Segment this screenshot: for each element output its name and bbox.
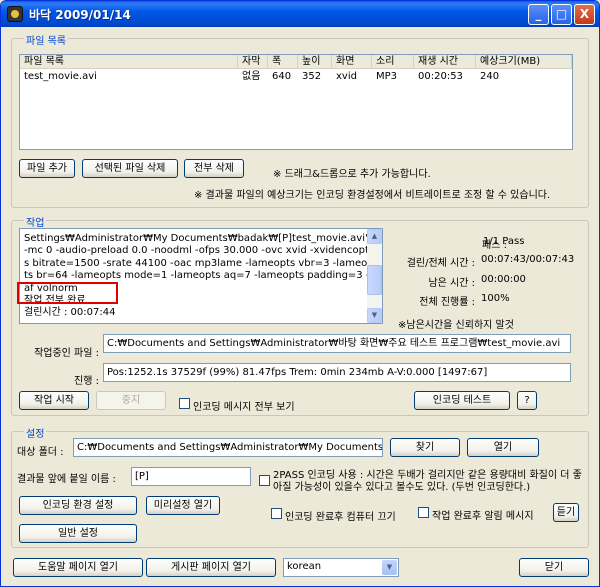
- notify-label[interactable]: 작업 완료후 알림 메시지: [432, 507, 534, 522]
- two-pass-label[interactable]: 2PASS 인코딩 사용 : 시간은 두배가 걸리지만 같은 용량대비 화질이 …: [273, 470, 585, 494]
- language-select[interactable]: korean ▼: [283, 558, 399, 577]
- title-bar[interactable]: 바닥 2009/01/14 _ □ X: [1, 1, 599, 27]
- elapsed-time-highlight: [17, 282, 118, 304]
- delete-all-button[interactable]: 전부 삭제: [184, 159, 244, 178]
- notify-checkbox[interactable]: [418, 507, 429, 518]
- file-list-group-label: 파일 목록: [24, 32, 68, 47]
- help-button[interactable]: ?: [517, 391, 537, 410]
- notify-listen-button[interactable]: 듣기: [553, 503, 579, 522]
- help-page-button[interactable]: 도움말 페이지 열기: [13, 558, 143, 577]
- cell-subtitle: 없음: [242, 71, 261, 82]
- elapsed-label: 걸린/전체 시간 :: [406, 258, 475, 269]
- window-title: 바닥 2009/01/14: [29, 8, 131, 22]
- encoding-log-text: Settings₩Administrator₩My Documents₩bada…: [24, 233, 374, 319]
- two-pass-checkbox[interactable]: [259, 475, 270, 486]
- log-scrollbar[interactable]: ▲ ▼: [367, 229, 382, 323]
- stop-button[interactable]: 중지: [96, 391, 166, 410]
- column-header-subtitle[interactable]: 자막: [238, 55, 268, 69]
- board-page-button[interactable]: 게시판 페이지 열기: [146, 558, 276, 577]
- open-button[interactable]: 열기: [467, 438, 539, 457]
- column-header-duration[interactable]: 재생 시간: [414, 55, 476, 69]
- show-all-messages-label[interactable]: 인코딩 메시지 전부 보기: [193, 398, 295, 413]
- column-header-audio[interactable]: 소리: [372, 55, 414, 69]
- remaining-time-note: ※남은시간을 신뢰하지 말것: [398, 320, 514, 331]
- column-header-filename[interactable]: 파일 목록: [20, 55, 238, 69]
- current-file-label: 작업중인 파일 :: [34, 348, 99, 359]
- settings-group-label: 설정: [24, 425, 47, 440]
- language-select-value: korean: [287, 561, 322, 572]
- progress-label: 전체 진행률 :: [419, 297, 475, 308]
- status-label: 진행 :: [74, 376, 99, 387]
- cell-duration: 00:20:53: [418, 71, 463, 82]
- encoding-settings-button[interactable]: 인코딩 환경 설정: [19, 496, 137, 515]
- remaining-label: 남은 시간 :: [428, 278, 475, 289]
- delete-selected-button[interactable]: 선택된 파일 삭제: [82, 159, 178, 178]
- close-button[interactable]: 닫기: [519, 558, 589, 577]
- column-header-height[interactable]: 높이: [298, 55, 332, 69]
- column-header-width[interactable]: 폭: [268, 55, 298, 69]
- shutdown-checkbox[interactable]: [271, 508, 282, 519]
- show-all-messages-checkbox[interactable]: [179, 398, 190, 409]
- encoding-test-button[interactable]: 인코딩 테스트: [414, 391, 510, 410]
- pass-value: 1/1 Pass: [483, 236, 525, 247]
- minimize-button[interactable]: _: [528, 4, 549, 25]
- target-folder-label: 대상 폴더 :: [17, 447, 64, 458]
- chevron-down-icon[interactable]: ▼: [382, 560, 397, 575]
- maximize-button[interactable]: □: [551, 4, 572, 25]
- preset-button[interactable]: 미리설정 열기: [146, 496, 220, 515]
- app-icon: [7, 6, 23, 22]
- prefix-label: 결과물 앞에 붙일 이름 :: [17, 474, 116, 485]
- cell-width: 640: [272, 71, 292, 82]
- drag-drop-hint: ※ 드래그&드롭으로 추가 가능합니다.: [273, 169, 431, 180]
- scroll-thumb[interactable]: [367, 265, 382, 295]
- general-settings-button[interactable]: 일반 설정: [19, 524, 137, 543]
- start-job-button[interactable]: 작업 시작: [19, 391, 89, 410]
- find-button[interactable]: 찾기: [390, 438, 460, 457]
- cell-est-size: 240: [480, 71, 500, 82]
- current-file-field[interactable]: C:₩Documents and Settings₩Administrator₩…: [103, 334, 571, 353]
- file-table[interactable]: 파일 목록 자막 폭 높이 화면 소리 재생 시간 예상크기(MB) test_…: [19, 54, 573, 150]
- progress-value: 100%: [481, 293, 510, 304]
- remaining-value: 00:00:00: [481, 274, 526, 285]
- scroll-down-arrow-icon[interactable]: ▼: [367, 308, 382, 323]
- job-group-label: 작업: [24, 214, 47, 229]
- column-header-est-size[interactable]: 예상크기(MB): [476, 55, 572, 69]
- cell-audio: MP3: [376, 71, 398, 82]
- cell-video: xvid: [336, 71, 357, 82]
- column-header-video[interactable]: 화면: [332, 55, 372, 69]
- scroll-up-arrow-icon[interactable]: ▲: [367, 229, 382, 244]
- size-hint: ※ 결과물 파일의 예상크기는 인코딩 환경설정에서 비트레이트로 조정 할 수…: [194, 190, 551, 201]
- target-folder-field[interactable]: C:₩Documents and Settings₩Administrator₩…: [73, 438, 383, 457]
- prefix-field[interactable]: [P]: [131, 467, 251, 486]
- elapsed-value: 00:07:43/00:07:43: [481, 254, 575, 265]
- cell-height: 352: [302, 71, 322, 82]
- cell-filename: test_movie.avi: [24, 71, 97, 82]
- status-field[interactable]: Pos:1252.1s 37529f (99%) 81.47fps Trem: …: [103, 363, 571, 382]
- file-table-header: 파일 목록 자막 폭 높이 화면 소리 재생 시간 예상크기(MB): [20, 55, 572, 69]
- app-window: 바닥 2009/01/14 _ □ X 파일 목록 파일 목록 자막 폭 높이 …: [0, 0, 600, 587]
- encoding-log[interactable]: Settings₩Administrator₩My Documents₩bada…: [19, 228, 383, 324]
- shutdown-label[interactable]: 인코딩 완료후 컴퓨터 끄기: [285, 508, 396, 523]
- close-window-button[interactable]: X: [574, 4, 595, 25]
- table-row[interactable]: test_movie.avi 없음 640 352 xvid MP3 00:20…: [20, 70, 572, 84]
- add-file-button[interactable]: 파일 추가: [19, 159, 75, 178]
